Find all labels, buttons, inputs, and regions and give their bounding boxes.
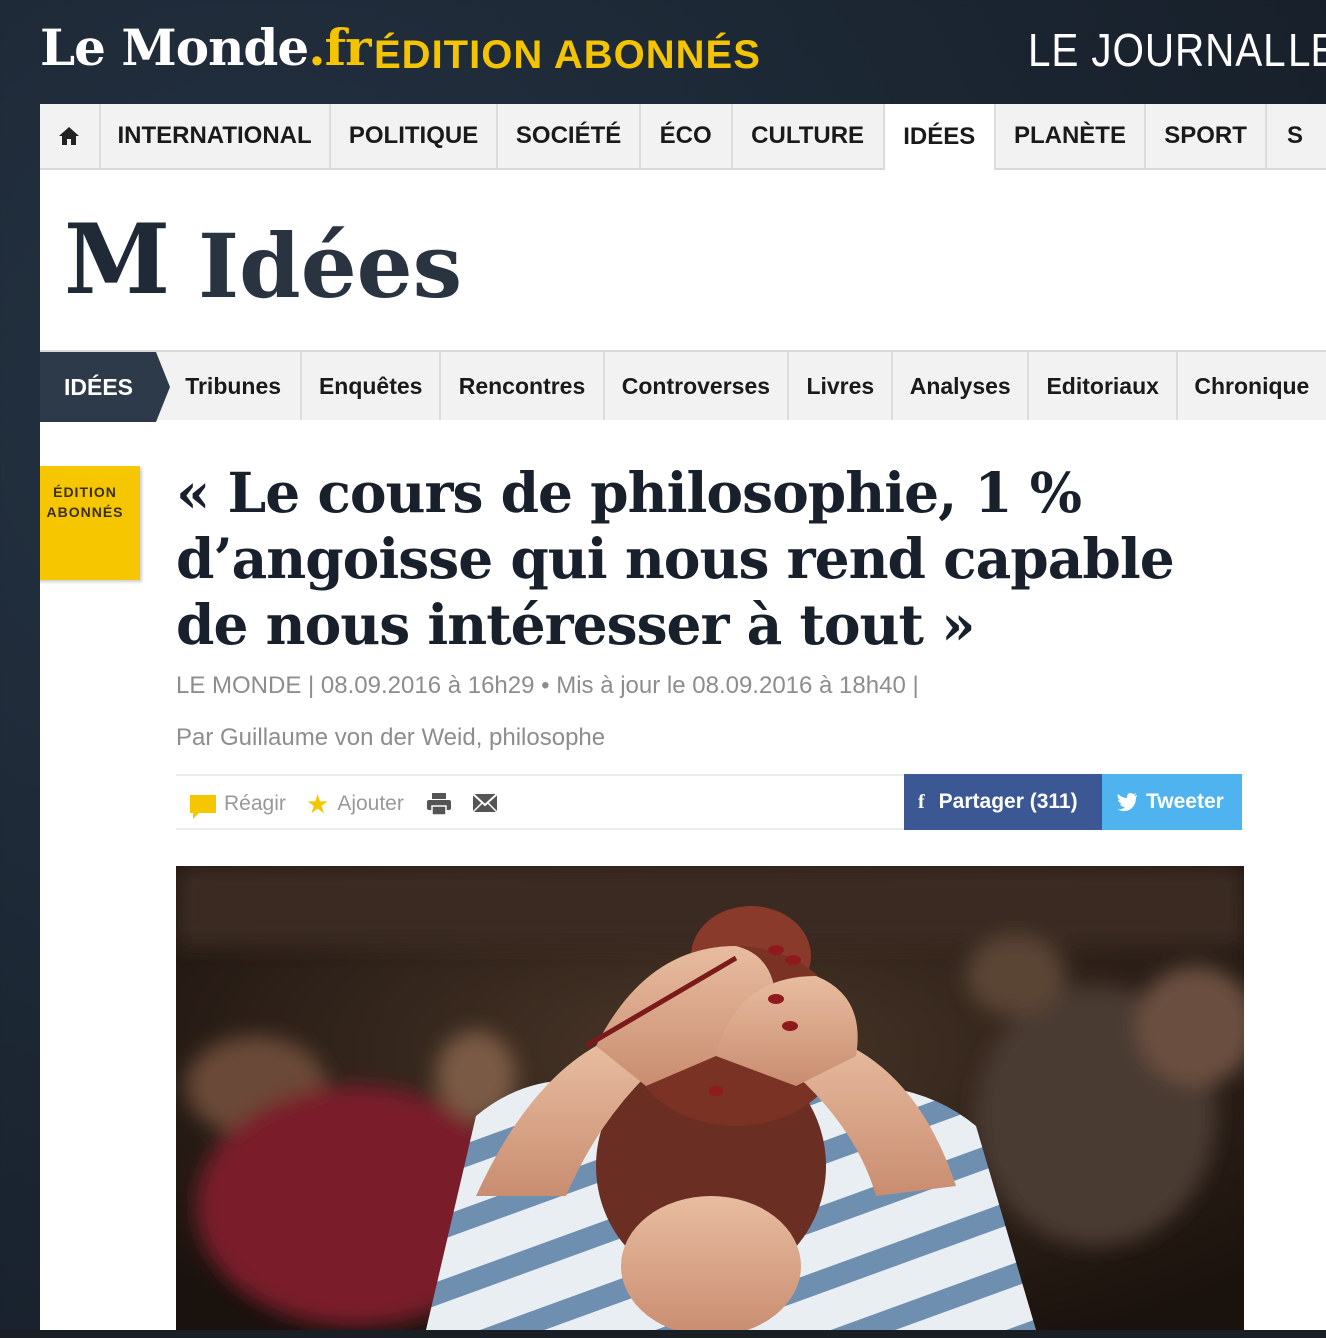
le-monde-m-logo: M	[64, 203, 171, 316]
nav-culture[interactable]: CULTURE	[733, 104, 885, 168]
subnav-controverses[interactable]: Controverses	[605, 352, 790, 420]
nav-idees[interactable]: IDÉES	[884, 104, 996, 170]
facebook-icon: f	[918, 790, 925, 813]
article-actions: Réagir ★ Ajouter f Partager (311) Tweete…	[176, 774, 1244, 830]
mail-icon	[472, 793, 498, 813]
add-label: Ajouter	[337, 792, 404, 815]
tweet-label: Tweeter	[1146, 790, 1224, 813]
email-button[interactable]	[472, 793, 498, 813]
nav-planete[interactable]: PLANÈTE	[996, 104, 1147, 168]
print-button[interactable]	[426, 792, 452, 816]
article-meta: LE MONDE | 08.09.2016 à 16h29 • Mis à jo…	[176, 672, 919, 699]
top-header: Le Monde.fr ÉDITION ABONNÉS LE JOURNAL L…	[0, 0, 1326, 104]
share-label: Partager (311)	[938, 790, 1078, 813]
react-label: Réagir	[224, 792, 286, 815]
subscriber-badge: ÉDITION ABONNÉS	[40, 466, 140, 580]
facebook-share-button[interactable]: f Partager (311)	[904, 774, 1102, 830]
home-button[interactable]	[40, 104, 101, 168]
student-photo-illustration	[176, 866, 1244, 1330]
add-button[interactable]: ★ Ajouter	[306, 790, 404, 818]
react-button[interactable]: Réagir	[190, 790, 286, 819]
site-logo[interactable]: Le Monde.fr	[40, 16, 371, 80]
bottom-edge	[0, 1330, 1326, 1338]
cut-off-link[interactable]: LE	[1288, 24, 1326, 76]
subnav-enquetes[interactable]: Enquêtes	[302, 352, 442, 420]
comment-icon	[190, 795, 216, 819]
sub-nav: IDÉES Tribunes Enquêtes Rencontres Contr…	[40, 350, 1326, 422]
main-nav: INTERNATIONAL POLITIQUE SOCIÉTÉ ÉCO CULT…	[40, 104, 1326, 170]
subnav-editoriaux[interactable]: Editoriaux	[1029, 352, 1179, 420]
subnav-analyses[interactable]: Analyses	[893, 352, 1030, 420]
nav-eco[interactable]: ÉCO	[641, 104, 733, 168]
subnav-idees[interactable]: IDÉES	[40, 352, 171, 422]
tweet-button[interactable]: Tweeter	[1102, 774, 1242, 830]
subnav-tribunes[interactable]: Tribunes	[156, 352, 302, 420]
nav-international[interactable]: INTERNATIONAL	[101, 104, 331, 168]
nav-politique[interactable]: POLITIQUE	[331, 104, 499, 168]
twitter-bird-icon	[1117, 793, 1137, 811]
nav-cut-item[interactable]: S	[1267, 104, 1326, 168]
badge-line-1: ÉDITION	[53, 484, 117, 500]
section-title: Idées	[198, 214, 463, 318]
nav-societe[interactable]: SOCIÉTÉ	[498, 104, 641, 168]
article-author: Par Guillaume von der Weid, philosophe	[176, 724, 606, 751]
le-journal-link[interactable]: LE JOURNAL	[1028, 24, 1287, 76]
edition-label[interactable]: ÉDITION ABONNÉS	[374, 30, 761, 80]
print-icon	[427, 793, 451, 816]
subnav-livres[interactable]: Livres	[789, 352, 894, 420]
nav-sport[interactable]: SPORT	[1146, 104, 1268, 168]
article-headline: « Le cours de philosophie, 1 % d’angoiss…	[176, 460, 1175, 657]
subnav-chronique[interactable]: Chronique	[1178, 352, 1326, 420]
star-icon: ★	[306, 789, 330, 819]
subnav-rencontres[interactable]: Rencontres	[441, 352, 605, 420]
page-panel: INTERNATIONAL POLITIQUE SOCIÉTÉ ÉCO CULT…	[40, 104, 1326, 1330]
badge-line-2: ABONNÉS	[46, 504, 124, 520]
home-icon	[59, 127, 80, 145]
article-photo	[176, 866, 1244, 1330]
